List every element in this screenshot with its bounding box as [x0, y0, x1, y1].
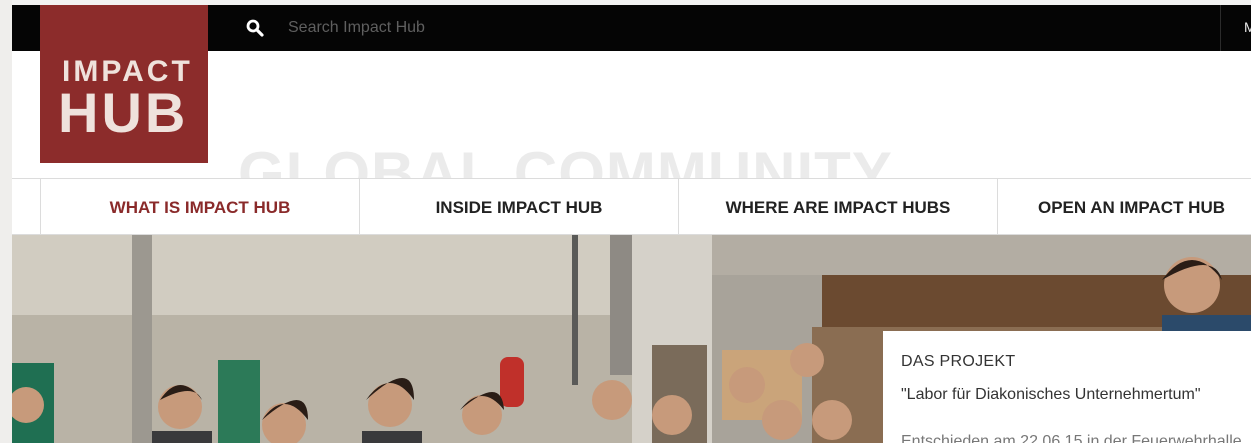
menu-link[interactable]: ME: [1244, 19, 1251, 35]
impact-hub-logo[interactable]: IMPACT HUB: [40, 5, 208, 163]
search-icon[interactable]: [246, 19, 264, 37]
main-nav: WHAT IS IMPACT HUB INSIDE IMPACT HUB WHE…: [12, 178, 1251, 235]
project-info-panel: DAS PROJEKT "Labor für Diakonisches Unte…: [883, 331, 1251, 443]
nav-item-what-is-impact-hub[interactable]: WHAT IS IMPACT HUB: [40, 179, 359, 234]
page: ME GLOBAL COMMUNITY IMPACT HUB WHAT IS I…: [0, 0, 1251, 443]
topbar-divider: [1220, 5, 1221, 51]
project-title[interactable]: "Labor für Diakonisches Unternehmertum": [901, 386, 1201, 404]
nav-item-inside-impact-hub[interactable]: INSIDE IMPACT HUB: [359, 179, 678, 234]
project-description: Entschieden am 22.06.15 in der Feuerwehr…: [901, 433, 1242, 443]
search-input[interactable]: [288, 16, 888, 40]
nav-item-where-are-impact-hubs[interactable]: WHERE ARE IMPACT HUBS: [678, 179, 997, 234]
page-gutter: [0, 0, 12, 443]
nav-item-open-an-impact-hub[interactable]: OPEN AN IMPACT HUB: [997, 179, 1251, 234]
logo-text-hub: HUB: [58, 81, 189, 144]
project-label: DAS PROJEKT: [901, 353, 1016, 370]
